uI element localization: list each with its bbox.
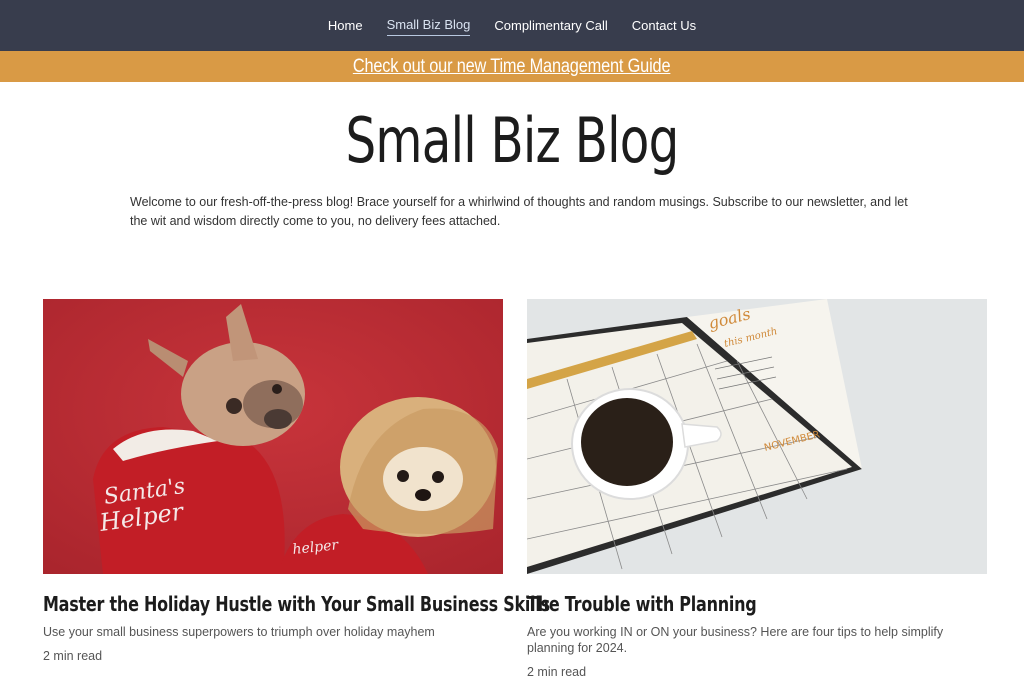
nav-home-link[interactable]: Home <box>328 16 363 36</box>
page-title: Small Biz Blog <box>345 104 679 177</box>
post-read-time: 2 min read <box>527 665 587 679</box>
post-excerpt: Use your small business superpowers to t… <box>43 625 435 639</box>
post-image-planner[interactable]: goals this month NOVEMBER <box>527 299 987 574</box>
post-read-time: 2 min read <box>43 649 103 663</box>
dogs-photo: Santa's Helper helper <box>43 299 503 574</box>
post-card[interactable]: Santa's Helper helper Master the Holiday… <box>43 299 550 663</box>
promo-banner: Check out our new Time Management Guide <box>0 51 1024 82</box>
nav-complimentary-call-link[interactable]: Complimentary Call <box>494 16 607 36</box>
post-card[interactable]: goals this month NOVEMBER The Trouble wi… <box>527 299 987 679</box>
nav-blog-link[interactable]: Small Biz Blog <box>386 15 471 36</box>
nav-contact-us-link[interactable]: Contact Us <box>632 16 696 36</box>
post-title[interactable]: The Trouble with Planning <box>527 592 895 616</box>
top-navigation: Home Small Biz Blog Complimentary Call C… <box>0 0 1024 51</box>
post-image-dogs[interactable]: Santa's Helper helper <box>43 299 503 574</box>
planner-photo: goals this month NOVEMBER <box>527 299 987 574</box>
post-excerpt: Are you working IN or ON your business? … <box>527 625 944 655</box>
intro-text: Welcome to our fresh-off-the-press blog!… <box>130 195 908 228</box>
promo-link[interactable]: Check out our new Time Management Guide <box>353 56 671 78</box>
post-title[interactable]: Master the Holiday Hustle with Your Smal… <box>43 592 550 616</box>
